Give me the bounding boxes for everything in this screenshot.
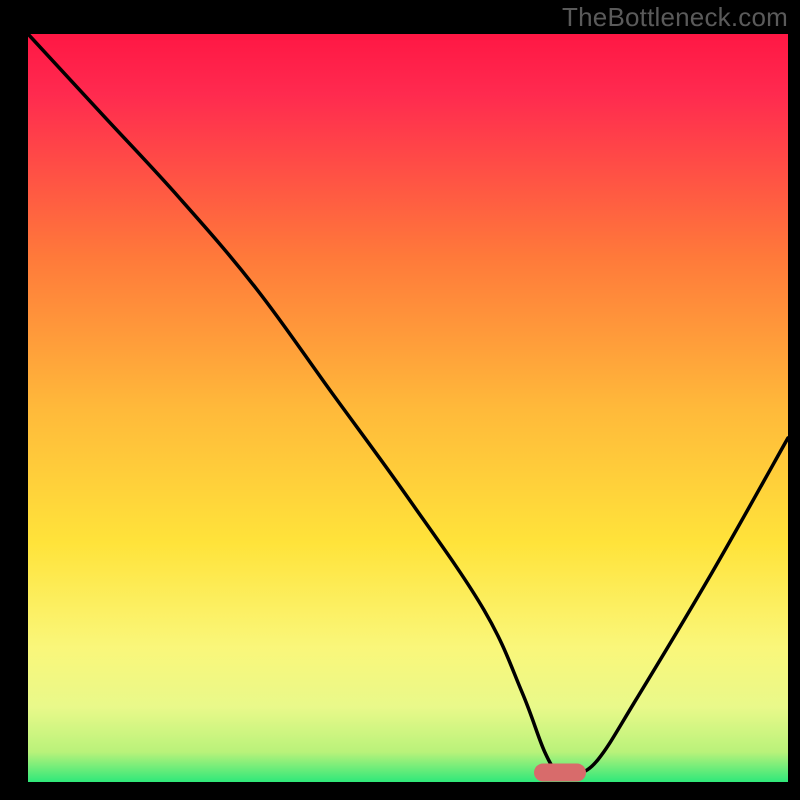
bottleneck-chart [0, 0, 800, 800]
watermark-text: TheBottleneck.com [562, 2, 788, 33]
plot-area [28, 34, 788, 782]
optimal-point-marker [534, 764, 586, 782]
chart-frame: TheBottleneck.com [0, 0, 800, 800]
